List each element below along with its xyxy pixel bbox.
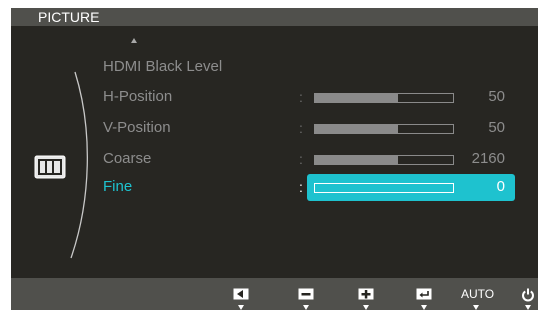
separator-colon: : — [299, 89, 303, 105]
down-indicator-icon — [238, 305, 244, 310]
level-bar-fill — [315, 156, 398, 164]
auto-button[interactable]: AUTO — [461, 278, 495, 310]
menu-item-h-position[interactable]: H-Position : 50 — [11, 84, 538, 110]
level-bar[interactable] — [314, 183, 454, 193]
menu-item-hdmi-black-level[interactable]: HDMI Black Level — [11, 54, 538, 80]
down-indicator-icon — [363, 305, 369, 310]
menu-item-value: 0 — [496, 178, 505, 195]
menu-item-label: H-Position — [103, 88, 173, 105]
level-bar-fill — [315, 94, 398, 102]
minus-icon — [298, 288, 314, 300]
plus-icon — [358, 288, 374, 300]
osd-menu: PICTURE HDMI Black Level H-Position : 50… — [11, 8, 538, 310]
menu-item-coarse[interactable]: Coarse : 2160 — [11, 146, 538, 172]
power-icon — [522, 288, 534, 302]
menu-item-label: Fine — [103, 178, 133, 195]
scroll-up-icon[interactable] — [131, 38, 137, 43]
enter-icon — [416, 288, 432, 300]
auto-label: AUTO — [461, 287, 495, 301]
plus-button[interactable] — [351, 278, 381, 310]
separator-colon: : — [299, 151, 303, 167]
button-guide-bar: AUTO — [11, 278, 538, 310]
menu-item-label: HDMI Black Level — [103, 58, 223, 75]
enter-button[interactable] — [409, 278, 439, 310]
down-indicator-icon — [525, 305, 531, 310]
power-button[interactable] — [513, 278, 543, 310]
menu-item-v-position[interactable]: V-Position : 50 — [11, 115, 538, 141]
left-arrow-button[interactable] — [226, 278, 256, 310]
menu-item-value: 50 — [488, 119, 505, 136]
separator-colon: : — [299, 179, 303, 195]
down-indicator-icon — [421, 305, 427, 310]
down-indicator-icon — [303, 305, 309, 310]
left-arrow-icon — [233, 288, 249, 300]
title-bar: PICTURE — [11, 8, 538, 26]
level-bar-fill — [315, 125, 398, 133]
menu-item-label: V-Position — [103, 119, 171, 136]
level-bar[interactable] — [314, 93, 454, 103]
level-bar[interactable] — [314, 155, 454, 165]
menu-title: PICTURE — [38, 9, 100, 25]
menu-item-label: Coarse — [103, 150, 152, 167]
down-indicator-icon — [473, 305, 479, 310]
minus-button[interactable] — [291, 278, 321, 310]
level-bar[interactable] — [314, 124, 454, 134]
menu-item-fine[interactable]: Fine : 0 — [11, 174, 538, 201]
separator-colon: : — [299, 120, 303, 136]
menu-item-value: 50 — [488, 88, 505, 105]
menu-item-value: 2160 — [471, 150, 505, 167]
